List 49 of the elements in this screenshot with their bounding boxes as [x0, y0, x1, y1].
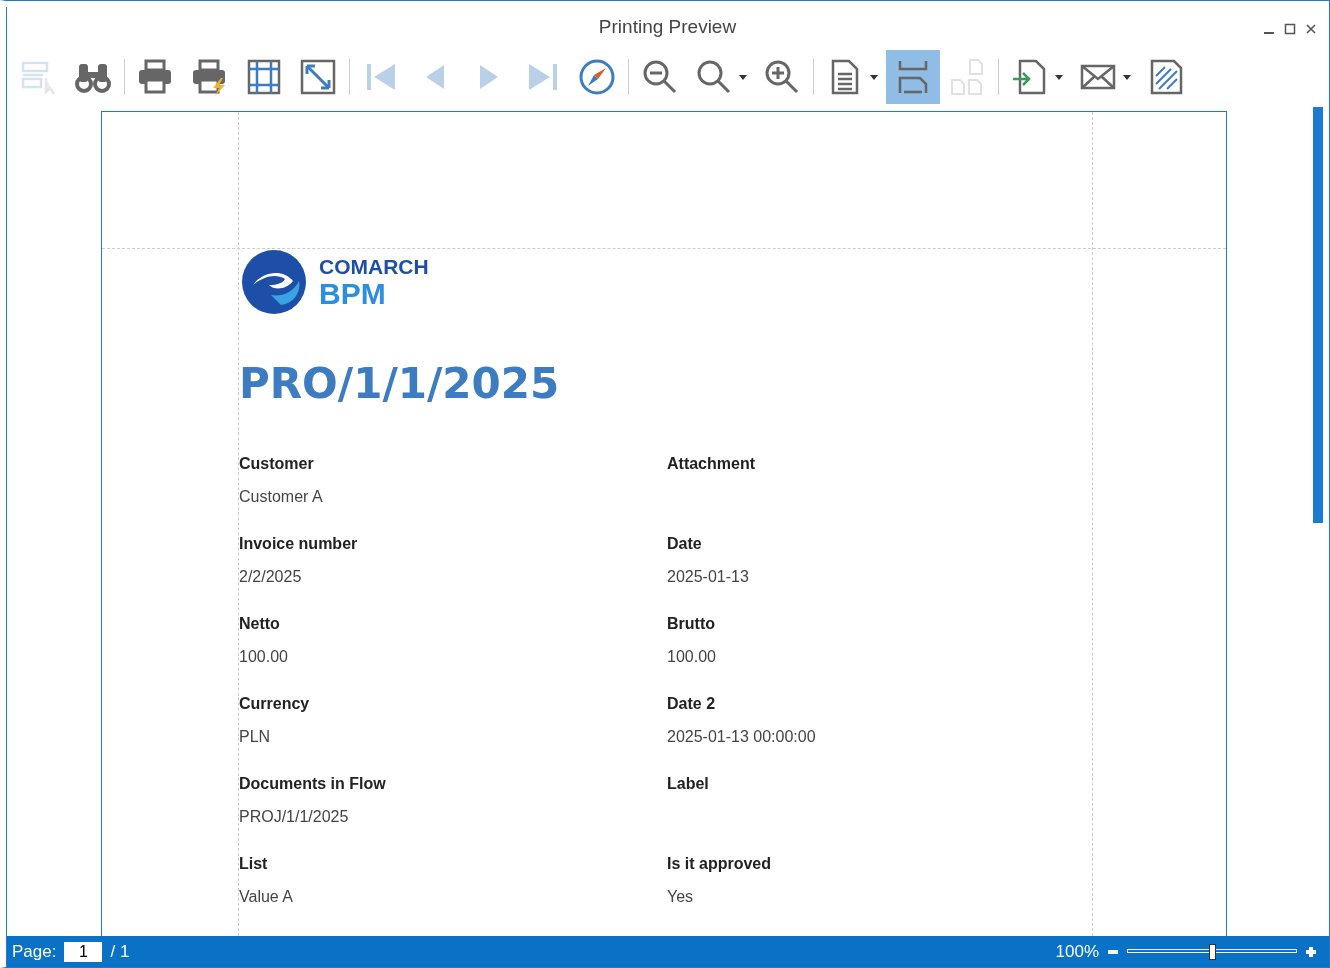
- zoom-out-icon: [641, 58, 679, 96]
- logo-product-name: BPM: [319, 278, 387, 309]
- logo-icon: [241, 249, 307, 315]
- field-value: 2/2/2025: [239, 568, 303, 586]
- field-label: Customer: [239, 455, 315, 473]
- field-value: 2025-01-13: [667, 568, 750, 586]
- caret-icon: [739, 74, 747, 80]
- caret-icon: [1055, 74, 1063, 80]
- multiple-pages-icon: [948, 58, 986, 96]
- field-value: 2025-01-13 00:00:00: [667, 728, 817, 746]
- field-value: PROJ/1/1/2025: [239, 808, 350, 826]
- page-label: Page:: [12, 941, 57, 962]
- compass-icon: [578, 58, 616, 96]
- magnifier-icon: [695, 58, 733, 96]
- margins-grid-icon: [245, 58, 283, 96]
- field-label: Is it approved: [667, 855, 773, 873]
- field-label: Netto: [239, 615, 281, 633]
- window-title: Printing Preview: [598, 16, 737, 38]
- zoom-percent: 100%: [1055, 941, 1099, 962]
- field-value: 100.00: [667, 648, 717, 666]
- field-label: Invoice number: [239, 535, 359, 553]
- scrollbar-thumb[interactable]: [1313, 107, 1323, 523]
- field-label: Brutto: [667, 615, 716, 633]
- zoom-in-icon[interactable]: [1305, 945, 1317, 958]
- field-label: Currency: [239, 695, 311, 713]
- field-label: Attachment: [667, 455, 756, 473]
- caret-icon: [1123, 74, 1131, 80]
- scale-arrows-icon: [299, 58, 337, 96]
- toolbar-button[interactable]: [886, 50, 940, 104]
- field-label: Date: [667, 535, 703, 553]
- field-value: 100.00: [239, 648, 289, 666]
- field-label: Date 2: [667, 695, 717, 713]
- zoom-in-icon: [763, 58, 801, 96]
- close-icon[interactable]: [1305, 23, 1317, 35]
- zoom-slider[interactable]: [1127, 943, 1297, 960]
- field-label: Label: [667, 775, 710, 793]
- logo-wordmark: COMARCH: [319, 255, 429, 277]
- page-total: / 1: [110, 941, 130, 962]
- field-value: Customer A: [239, 488, 324, 506]
- document-title: PRO/1/1/2025: [239, 363, 561, 405]
- zoom-slider-thumb[interactable]: [1209, 943, 1216, 960]
- page-number-field[interactable]: 1: [64, 941, 103, 962]
- caret-icon: [870, 74, 878, 80]
- field-label: List: [239, 855, 269, 873]
- field-value: PLN: [239, 728, 272, 746]
- field-value: Yes: [667, 888, 695, 906]
- field-label: Documents in Flow: [239, 775, 387, 793]
- maximize-icon[interactable]: [1284, 23, 1296, 35]
- field-value: Value A: [239, 888, 294, 906]
